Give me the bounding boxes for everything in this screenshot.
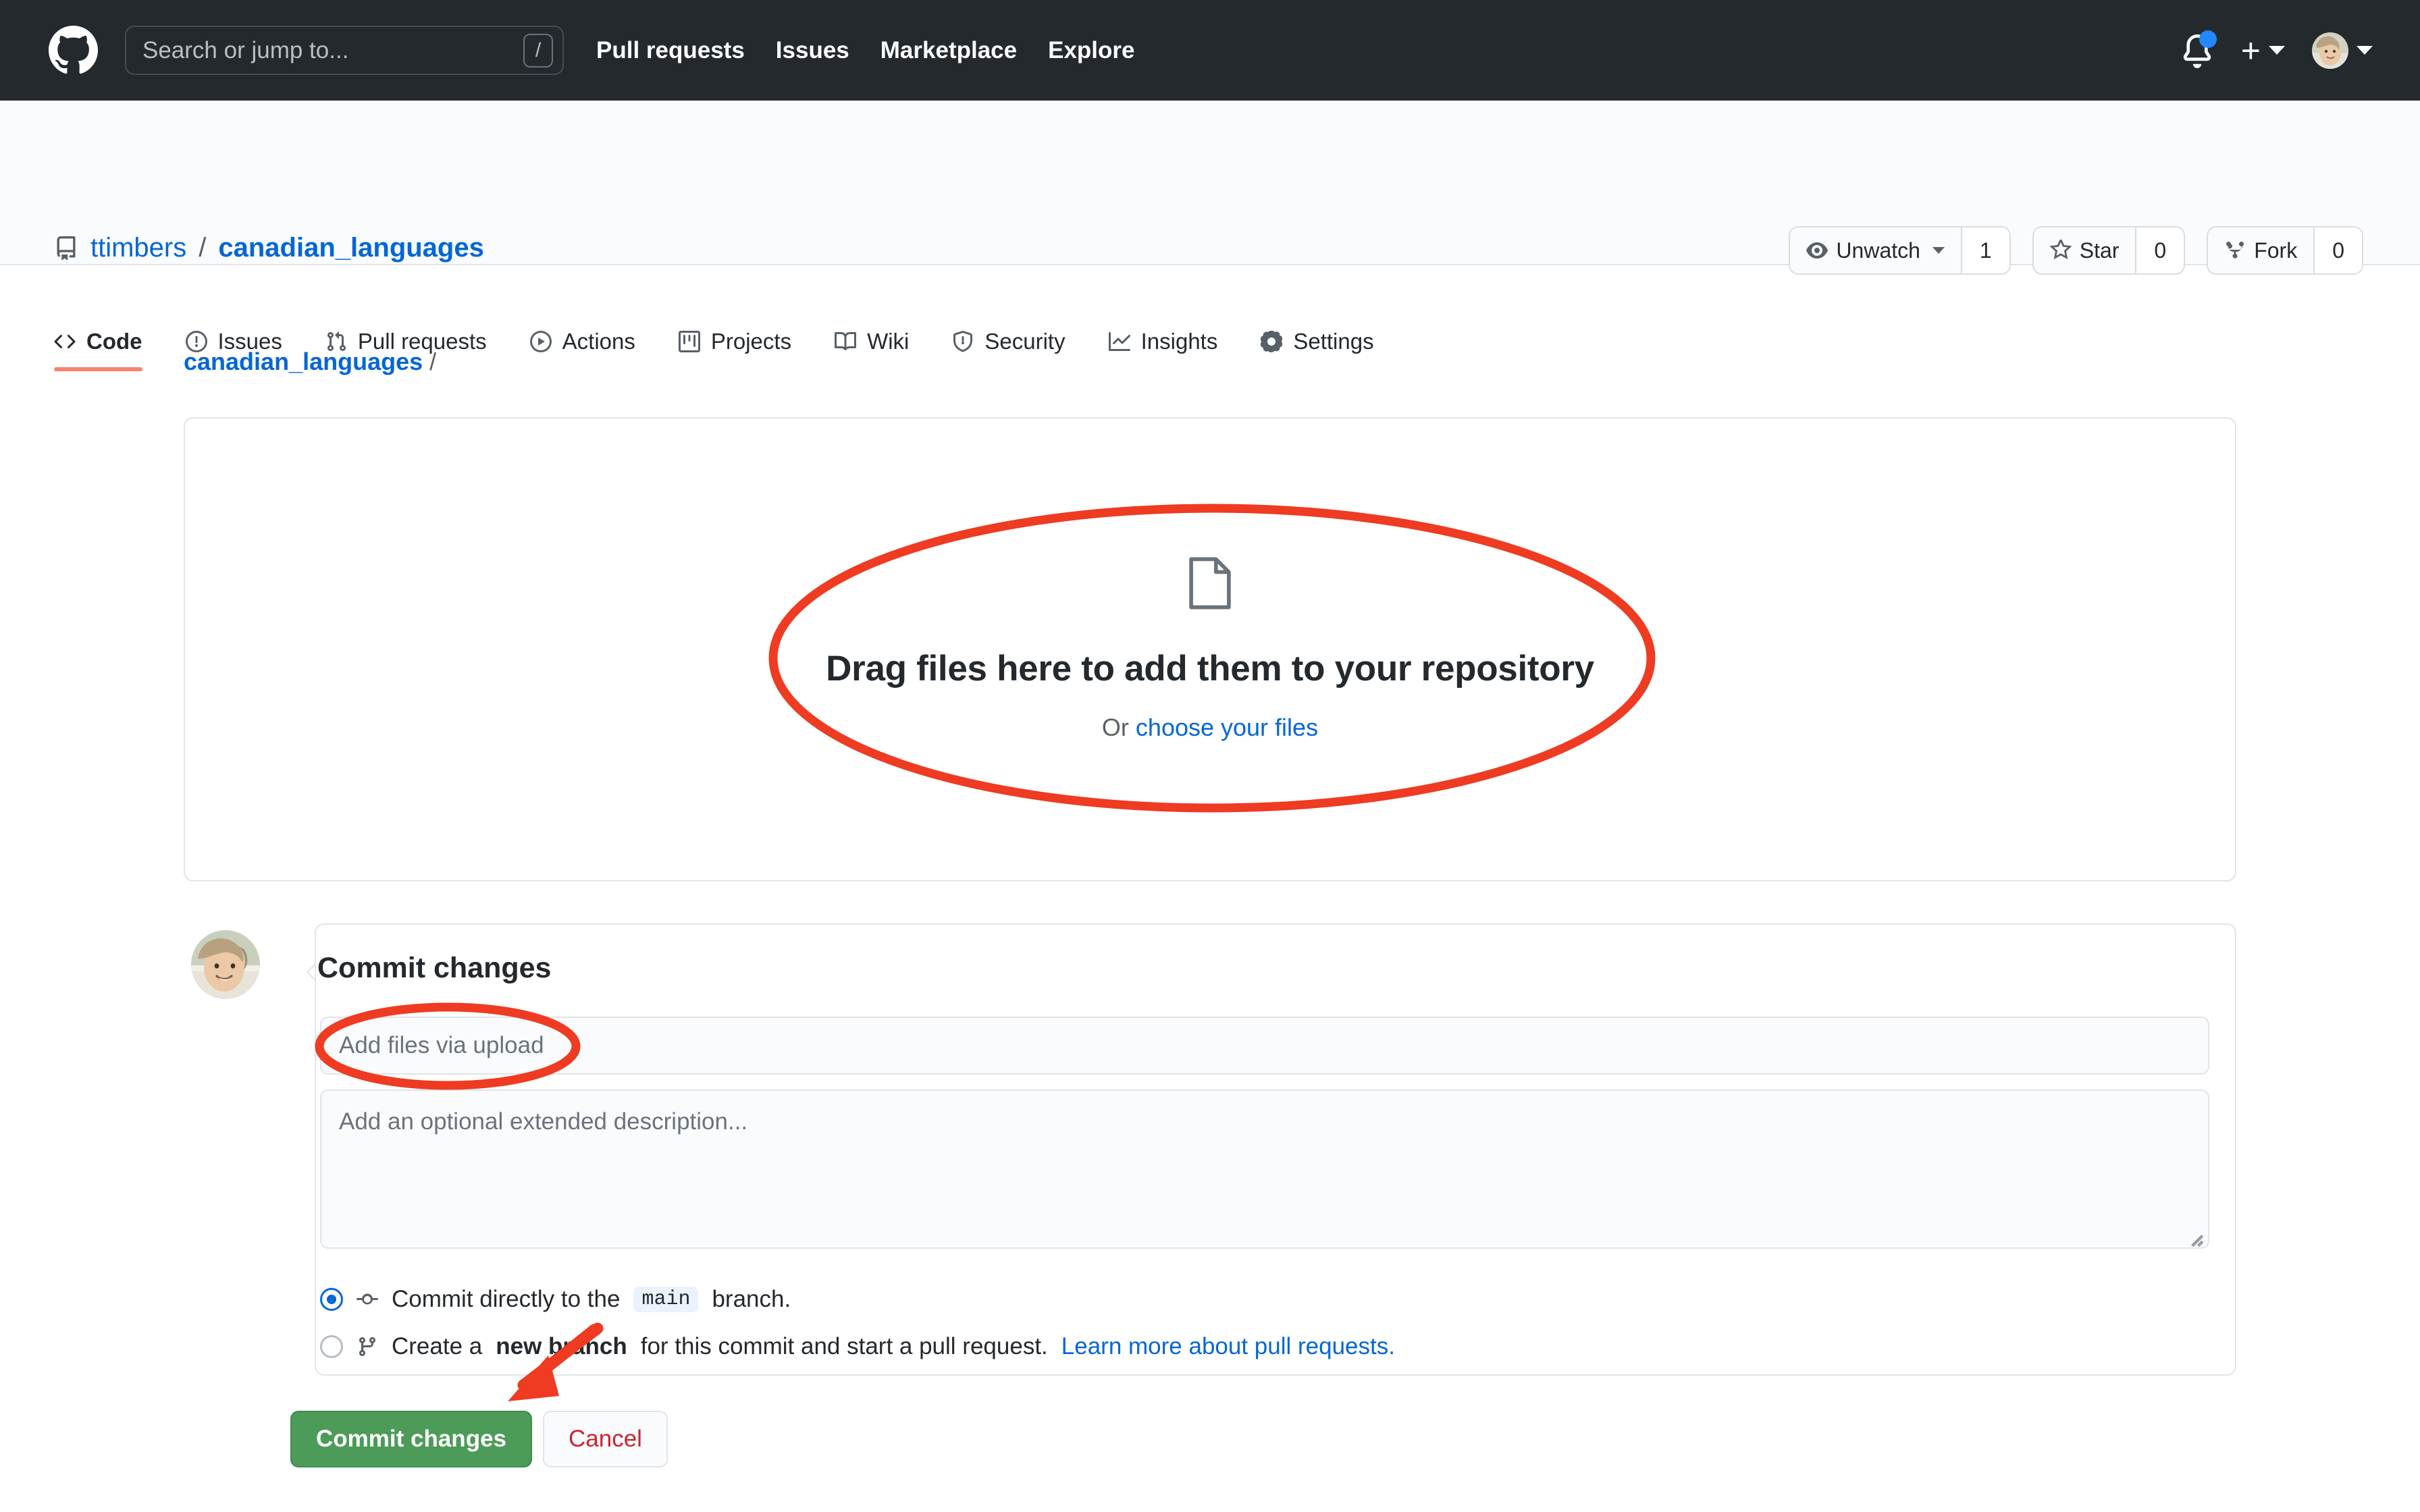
- repo-breadcrumb-title: ttimbers / canadian_languages: [54, 233, 484, 263]
- shield-icon: [952, 331, 974, 352]
- tab-code[interactable]: Code: [54, 317, 164, 367]
- play-icon: [530, 331, 552, 352]
- header-nav: Pull requests Issues Marketplace Explore: [596, 37, 1134, 64]
- fork-label: Fork: [2254, 238, 2297, 263]
- fork-button-group[interactable]: Fork 0: [2207, 226, 2363, 275]
- global-header: Search or jump to... / Pull requests Iss…: [0, 0, 2420, 101]
- commit-option-new-branch[interactable]: Create a new branch for this commit and …: [320, 1333, 1395, 1360]
- git-commit-icon: [357, 1289, 378, 1310]
- commit-author-avatar: [191, 930, 260, 999]
- commit-message-input[interactable]: Add files via upload: [320, 1017, 2209, 1075]
- tab-label: Insights: [1141, 329, 1218, 354]
- commit-description-placeholder: Add an optional extended description...: [339, 1108, 747, 1135]
- header-right-controls: +: [2180, 32, 2393, 70]
- breadcrumb-separator: /: [429, 348, 436, 375]
- plus-icon: +: [2241, 37, 2261, 64]
- nav-explore[interactable]: Explore: [1048, 37, 1134, 64]
- page-root: Search or jump to... / Pull requests Iss…: [0, 0, 2420, 1512]
- user-menu[interactable]: [2312, 32, 2373, 69]
- radio-create-branch[interactable]: [320, 1335, 343, 1358]
- tab-actions[interactable]: Actions: [508, 317, 657, 367]
- fork-count: 0: [2313, 227, 2362, 273]
- unwatch-button[interactable]: Unwatch: [1790, 227, 1961, 273]
- notifications-button[interactable]: [2180, 32, 2214, 70]
- search-input[interactable]: Search or jump to... /: [125, 26, 564, 75]
- new-branch-middle: for this commit and start a pull request…: [641, 1333, 1048, 1360]
- commit-direct-suffix: branch.: [712, 1286, 791, 1313]
- new-branch-prefix: Create a: [392, 1333, 482, 1360]
- tab-label: Security: [984, 329, 1065, 354]
- commit-message-placeholder: Add files via upload: [339, 1032, 544, 1059]
- commit-panel-heading: Commit changes: [317, 952, 551, 985]
- gear-icon: [1261, 331, 1282, 352]
- nav-pull-requests[interactable]: Pull requests: [596, 37, 745, 64]
- watch-count: 1: [1961, 227, 2009, 273]
- repo-header: ttimbers / canadian_languages Unwatch 1: [0, 101, 2420, 265]
- tab-label: Code: [86, 329, 142, 354]
- star-button-group[interactable]: Star 0: [2032, 226, 2185, 275]
- eye-icon: [1806, 240, 1828, 261]
- star-label: Star: [2080, 238, 2120, 263]
- avatar: [2312, 32, 2348, 69]
- tab-label: Wiki: [867, 329, 909, 354]
- commit-description-textarea[interactable]: Add an optional extended description...: [320, 1089, 2209, 1249]
- watch-button-group[interactable]: Unwatch 1: [1789, 226, 2010, 275]
- repo-separator: /: [199, 233, 206, 263]
- nav-issues[interactable]: Issues: [776, 37, 849, 64]
- tab-insights[interactable]: Insights: [1087, 317, 1240, 367]
- notification-unread-dot: [2199, 30, 2217, 48]
- repo-action-buttons: Unwatch 1 Star 0: [1789, 226, 2363, 275]
- cancel-button[interactable]: Cancel: [543, 1411, 668, 1467]
- tab-label: Settings: [1293, 329, 1373, 354]
- branch-name-chip: main: [633, 1287, 698, 1312]
- fork-button[interactable]: Fork: [2208, 227, 2313, 273]
- create-new-menu[interactable]: +: [2241, 37, 2285, 64]
- tab-label: Actions: [562, 329, 635, 354]
- radio-commit-direct[interactable]: [320, 1288, 343, 1311]
- pull-requests-learn-more-link[interactable]: Learn more about pull requests.: [1061, 1333, 1395, 1360]
- git-branch-icon: [357, 1336, 378, 1357]
- breadcrumb: canadian_languages /: [184, 348, 436, 376]
- chevron-down-icon: [2357, 46, 2373, 55]
- graph-icon: [1109, 331, 1130, 352]
- chevron-down-icon: [2269, 46, 2285, 55]
- code-icon: [54, 331, 76, 352]
- search-placeholder: Search or jump to...: [142, 37, 523, 64]
- file-dropzone[interactable]: Drag files here to add them to your repo…: [184, 417, 2236, 882]
- choose-files-link[interactable]: choose your files: [1136, 713, 1318, 741]
- fork-icon: [2224, 240, 2246, 261]
- dropzone-subtitle: Or choose your files: [1102, 713, 1318, 742]
- repo-owner-link[interactable]: ttimbers: [90, 233, 186, 263]
- nav-marketplace[interactable]: Marketplace: [880, 37, 1017, 64]
- tab-settings[interactable]: Settings: [1239, 317, 1395, 367]
- search-shortcut-badge: /: [523, 34, 553, 68]
- commit-option-direct[interactable]: Commit directly to the main branch.: [320, 1286, 791, 1313]
- commit-changes-button[interactable]: Commit changes: [290, 1411, 532, 1467]
- unwatch-label: Unwatch: [1836, 238, 1920, 263]
- chevron-down-icon: [1932, 247, 1945, 254]
- dropzone-title: Drag files here to add them to your repo…: [826, 648, 1594, 689]
- resize-grip-icon[interactable]: [2186, 1226, 2204, 1244]
- repo-book-icon: [54, 236, 78, 261]
- star-count: 0: [2135, 227, 2184, 273]
- tab-label: Projects: [711, 329, 791, 354]
- tab-security[interactable]: Security: [930, 317, 1086, 367]
- file-icon: [1189, 557, 1231, 613]
- star-icon: [2050, 240, 2072, 261]
- project-icon: [679, 331, 700, 352]
- star-button[interactable]: Star: [2034, 227, 2136, 273]
- dropzone-or-text: Or: [1102, 713, 1136, 741]
- new-branch-bold: new branch: [496, 1333, 627, 1360]
- book-icon: [835, 331, 856, 352]
- tab-wiki[interactable]: Wiki: [813, 317, 930, 367]
- tab-projects[interactable]: Projects: [657, 317, 813, 367]
- commit-direct-prefix: Commit directly to the: [392, 1286, 620, 1313]
- repo-name-link[interactable]: canadian_languages: [218, 233, 483, 263]
- breadcrumb-repo-link[interactable]: canadian_languages: [184, 348, 423, 375]
- github-mark-icon[interactable]: [49, 26, 98, 75]
